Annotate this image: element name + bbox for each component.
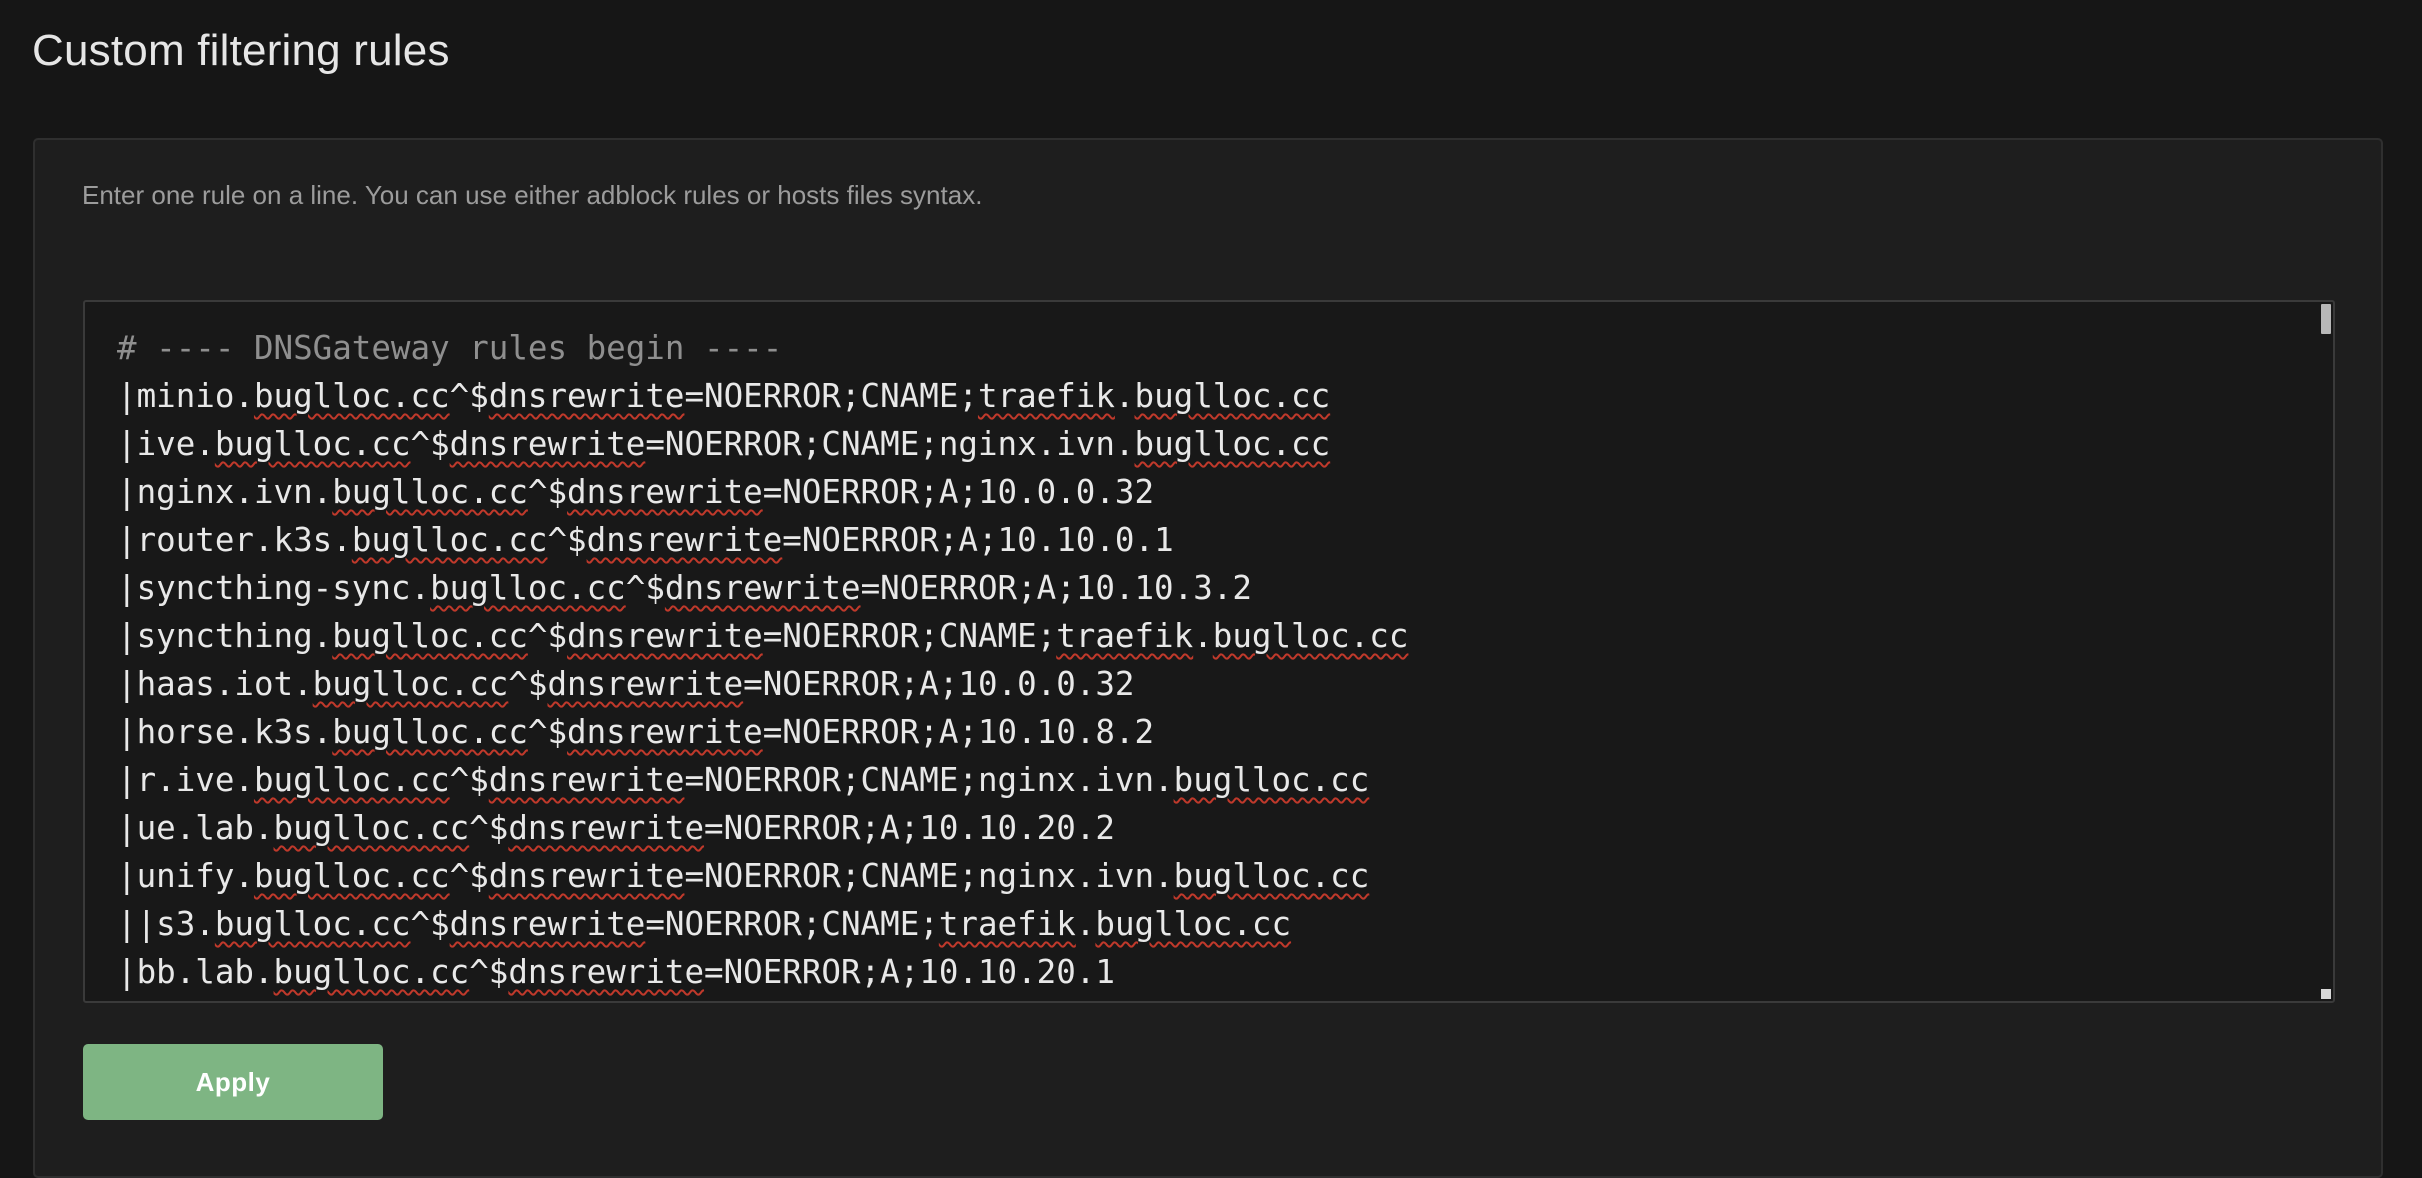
- rules-editor[interactable]: # ---- DNSGateway rules begin ---- |minio…: [83, 300, 2335, 1003]
- editor-scrollbar[interactable]: [2319, 302, 2333, 1001]
- editor-rule-line[interactable]: |nginx.ivn.buglloc.cc^$dnsrewrite=NOERRO…: [117, 468, 2313, 516]
- editor-rule-line[interactable]: |horse.k3s.buglloc.cc^$dnsrewrite=NOERRO…: [117, 708, 2313, 756]
- apply-button[interactable]: Apply: [83, 1044, 383, 1120]
- editor-rule-line[interactable]: |bb.lab.buglloc.cc^$dnsrewrite=NOERROR;A…: [117, 948, 2313, 996]
- rules-editor-content[interactable]: # ---- DNSGateway rules begin ---- |minio…: [117, 324, 2313, 996]
- editor-rule-line[interactable]: |unify.buglloc.cc^$dnsrewrite=NOERROR;CN…: [117, 852, 2313, 900]
- editor-rule-line[interactable]: |syncthing.buglloc.cc^$dnsrewrite=NOERRO…: [117, 612, 2313, 660]
- page-title: Custom filtering rules: [32, 26, 450, 75]
- editor-rule-line[interactable]: |ue.lab.buglloc.cc^$dnsrewrite=NOERROR;A…: [117, 804, 2313, 852]
- editor-rule-line[interactable]: |r.ive.buglloc.cc^$dnsrewrite=NOERROR;CN…: [117, 756, 2313, 804]
- rules-hint-text: Enter one rule on a line. You can use ei…: [82, 180, 983, 210]
- editor-rule-line[interactable]: |router.k3s.buglloc.cc^$dnsrewrite=NOERR…: [117, 516, 2313, 564]
- editor-rule-line[interactable]: |haas.iot.buglloc.cc^$dnsrewrite=NOERROR…: [117, 660, 2313, 708]
- editor-rule-line[interactable]: |ive.buglloc.cc^$dnsrewrite=NOERROR;CNAM…: [117, 420, 2313, 468]
- editor-rule-line[interactable]: |minio.buglloc.cc^$dnsrewrite=NOERROR;CN…: [117, 372, 2313, 420]
- editor-scroll-thumb[interactable]: [2321, 304, 2331, 334]
- editor-rule-line[interactable]: ||s3.buglloc.cc^$dnsrewrite=NOERROR;CNAM…: [117, 900, 2313, 948]
- editor-rule-line[interactable]: |syncthing-sync.buglloc.cc^$dnsrewrite=N…: [117, 564, 2313, 612]
- editor-comment-line[interactable]: # ---- DNSGateway rules begin ----: [117, 324, 2313, 372]
- resize-handle-icon[interactable]: [2321, 989, 2331, 999]
